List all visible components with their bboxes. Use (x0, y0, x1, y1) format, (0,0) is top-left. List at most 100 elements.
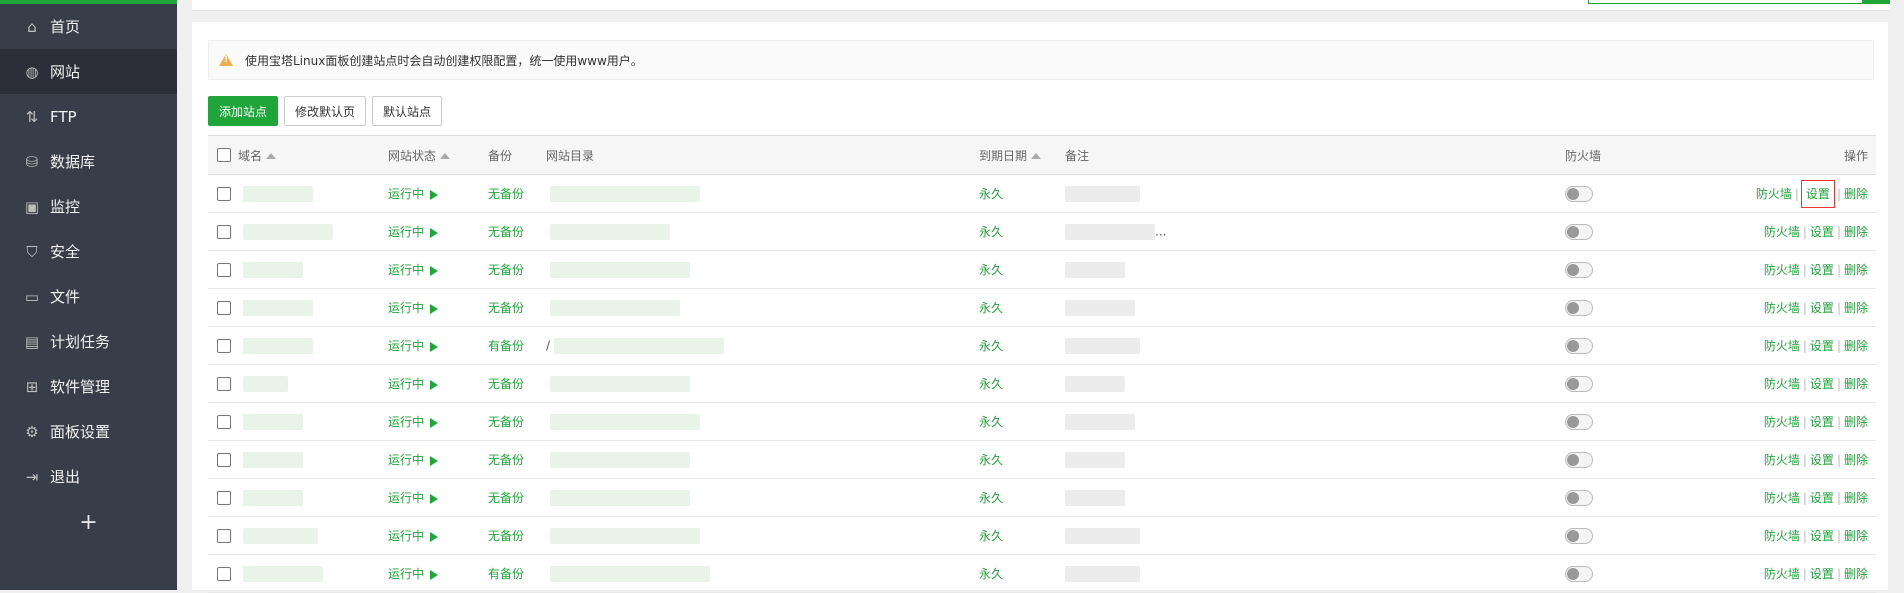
sidebar-item-2[interactable]: ⇅ FTP (0, 94, 177, 139)
note-cell[interactable] (1065, 174, 1565, 213)
row-checkbox[interactable] (217, 566, 231, 581)
sidebar-item-10[interactable]: ⇥ 退出 (0, 454, 177, 499)
root-cell[interactable] (546, 516, 979, 555)
row-checkbox[interactable] (217, 224, 231, 239)
note-cell[interactable] (1065, 402, 1565, 441)
domain-redacted[interactable] (243, 261, 303, 278)
delete-link[interactable]: 删除 (1844, 301, 1868, 315)
settings-link[interactable]: 设置 (1810, 567, 1834, 581)
settings-link[interactable]: 设置 (1810, 453, 1834, 467)
search-input[interactable] (1588, 0, 1890, 4)
backup-cell[interactable]: 无备份 (488, 440, 546, 479)
delete-link[interactable]: 删除 (1844, 529, 1868, 543)
root-cell[interactable]: / (546, 326, 979, 365)
domain-redacted[interactable] (243, 527, 318, 544)
firewall-link[interactable]: 防火墙 (1764, 491, 1800, 505)
status-cell[interactable]: 运行中 (388, 440, 488, 479)
backup-cell[interactable]: 无备份 (488, 516, 546, 555)
domain-redacted[interactable] (243, 299, 313, 316)
column-header-expire[interactable]: 到期日期 (979, 135, 1065, 175)
firewall-link[interactable]: 防火墙 (1764, 339, 1800, 353)
sidebar-item-1[interactable]: ◍ 网站 (0, 49, 177, 94)
firewall-link[interactable]: 防火墙 (1764, 415, 1800, 429)
column-header-domain[interactable]: 域名 (238, 135, 388, 175)
column-header-status[interactable]: 网站状态 (388, 135, 488, 175)
settings-link[interactable]: 设置 (1810, 225, 1834, 239)
backup-cell[interactable]: 无备份 (488, 364, 546, 403)
backup-cell[interactable]: 有备份 (488, 554, 546, 593)
play-icon[interactable] (430, 493, 439, 504)
expire-cell[interactable]: 永久 (979, 554, 1065, 593)
delete-link[interactable]: 删除 (1844, 187, 1868, 201)
select-all-checkbox[interactable] (217, 148, 231, 163)
status-cell[interactable]: 运行中 (388, 402, 488, 441)
play-icon[interactable] (430, 531, 439, 542)
expire-cell[interactable]: 永久 (979, 516, 1065, 555)
sidebar-item-8[interactable]: ⊞ 软件管理 (0, 364, 177, 409)
root-cell[interactable] (546, 478, 979, 517)
domain-redacted[interactable] (243, 451, 303, 468)
delete-link[interactable]: 删除 (1844, 415, 1868, 429)
expire-cell[interactable]: 永久 (979, 212, 1065, 251)
backup-cell[interactable]: 有备份 (488, 326, 546, 365)
edit-default-page-button[interactable]: 修改默认页 (284, 96, 367, 126)
status-cell[interactable]: 运行中 (388, 478, 488, 517)
note-cell[interactable] (1065, 288, 1565, 327)
root-cell[interactable] (546, 212, 979, 251)
firewall-link[interactable]: 防火墙 (1764, 301, 1800, 315)
root-cell[interactable] (546, 250, 979, 289)
settings-link[interactable]: 设置 (1810, 339, 1834, 353)
settings-link[interactable]: 设置 (1800, 180, 1835, 208)
row-checkbox[interactable] (217, 186, 231, 201)
firewall-toggle[interactable] (1565, 413, 1593, 430)
status-cell[interactable]: 运行中 (388, 288, 488, 327)
sidebar-item-7[interactable]: ▤ 计划任务 (0, 319, 177, 364)
expire-cell[interactable]: 永久 (979, 440, 1065, 479)
settings-link[interactable]: 设置 (1810, 301, 1834, 315)
play-icon[interactable] (430, 189, 439, 200)
note-cell[interactable] (1065, 440, 1565, 479)
note-cell[interactable] (1065, 516, 1565, 555)
backup-cell[interactable]: 无备份 (488, 402, 546, 441)
backup-cell[interactable]: 无备份 (488, 212, 546, 251)
firewall-link[interactable]: 防火墙 (1764, 567, 1800, 581)
sidebar-item-9[interactable]: ⚙ 面板设置 (0, 409, 177, 454)
play-icon[interactable] (430, 341, 439, 352)
firewall-toggle[interactable] (1565, 375, 1593, 392)
root-cell[interactable] (546, 288, 979, 327)
firewall-link[interactable]: 防火墙 (1764, 225, 1800, 239)
status-cell[interactable]: 运行中 (388, 364, 488, 403)
note-cell[interactable] (1065, 326, 1565, 365)
backup-cell[interactable]: 无备份 (488, 174, 546, 213)
row-checkbox[interactable] (217, 376, 231, 391)
status-cell[interactable]: 运行中 (388, 516, 488, 555)
domain-redacted[interactable] (243, 489, 303, 506)
play-icon[interactable] (430, 227, 439, 238)
sidebar-item-6[interactable]: ▭ 文件 (0, 274, 177, 319)
play-icon[interactable] (430, 379, 439, 390)
play-icon[interactable] (430, 455, 439, 466)
sidebar-item-3[interactable]: ⛁ 数据库 (0, 139, 177, 184)
search-button[interactable] (1862, 0, 1890, 4)
domain-redacted[interactable] (243, 565, 323, 582)
expire-cell[interactable]: 永久 (979, 174, 1065, 213)
domain-redacted[interactable] (243, 337, 313, 354)
firewall-toggle[interactable] (1565, 299, 1593, 316)
backup-cell[interactable]: 无备份 (488, 478, 546, 517)
row-checkbox[interactable] (217, 300, 231, 315)
note-cell[interactable] (1065, 364, 1565, 403)
domain-redacted[interactable] (243, 223, 333, 240)
row-checkbox[interactable] (217, 262, 231, 277)
row-checkbox[interactable] (217, 414, 231, 429)
note-cell[interactable]: ... (1065, 212, 1565, 251)
row-checkbox[interactable] (217, 338, 231, 353)
delete-link[interactable]: 删除 (1844, 263, 1868, 277)
settings-link[interactable]: 设置 (1810, 263, 1834, 277)
root-cell[interactable] (546, 364, 979, 403)
row-checkbox[interactable] (217, 490, 231, 505)
sort-icon[interactable] (440, 153, 451, 159)
backup-cell[interactable]: 无备份 (488, 288, 546, 327)
default-site-button[interactable]: 默认站点 (372, 96, 443, 126)
sidebar-item-4[interactable]: ▣ 监控 (0, 184, 177, 229)
firewall-toggle[interactable] (1565, 223, 1593, 240)
